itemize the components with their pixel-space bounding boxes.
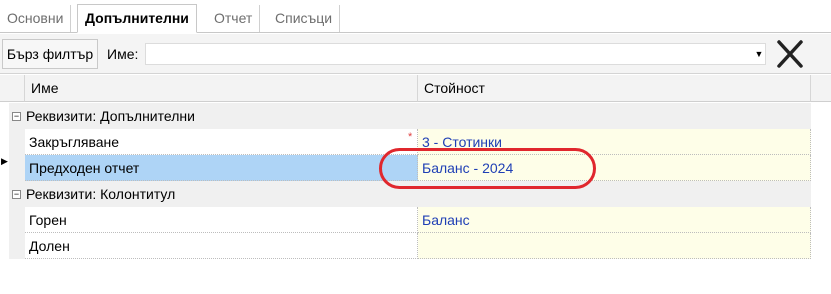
group-row[interactable]: − Реквизити: Допълнителни	[9, 103, 811, 129]
column-header-filler	[811, 75, 831, 102]
required-marker: *	[408, 131, 413, 143]
group-row[interactable]: − Реквизити: Колонтитул	[9, 181, 811, 207]
property-name[interactable]: Закръгляване	[25, 129, 418, 155]
name-filter-label: Име:	[107, 46, 139, 62]
property-name[interactable]: Горен	[25, 207, 418, 233]
close-icon	[777, 40, 803, 68]
current-row-arrow-icon: ▶	[1, 156, 8, 166]
column-header-name[interactable]: Име	[25, 75, 418, 102]
column-header-value[interactable]: Стойност	[418, 75, 811, 102]
row-indent	[9, 233, 25, 259]
tab-additional[interactable]: Допълнителни	[77, 4, 197, 33]
tab-lists[interactable]: Списъци	[268, 5, 341, 32]
row-header-corner	[0, 75, 25, 102]
collapse-icon[interactable]: −	[12, 190, 21, 199]
row-indent	[9, 207, 25, 233]
property-value[interactable]	[418, 233, 811, 259]
row-indent	[9, 129, 25, 155]
collapse-icon[interactable]: −	[12, 112, 21, 121]
property-name-selected[interactable]: Предходен отчет	[25, 155, 418, 181]
dropdown-arrow-icon[interactable]: ▼	[752, 43, 766, 65]
group-label: Реквизити: Колонтитул	[26, 186, 176, 202]
row-indent	[9, 155, 25, 181]
tab-strip: Основни Допълнителни Отчет Списъци	[0, 0, 831, 33]
group-label: Реквизити: Допълнителни	[26, 108, 195, 124]
filter-bar: Бърз филтър Име: ▼	[0, 34, 831, 74]
property-value[interactable]: Баланс	[418, 207, 811, 233]
property-value[interactable]: 3 - Стотинки	[418, 129, 811, 155]
clear-filter-button[interactable]	[770, 37, 810, 71]
quick-filter-button[interactable]: Бърз филтър	[2, 39, 98, 69]
tab-report[interactable]: Отчет	[207, 5, 261, 32]
property-grid: Име Стойност − Реквизити: Допълнителни З…	[0, 75, 831, 294]
property-name[interactable]: Долен	[25, 233, 418, 259]
tab-basic[interactable]: Основни	[0, 5, 72, 32]
property-value[interactable]: Баланс - 2024	[418, 155, 811, 181]
name-filter-input[interactable]	[145, 43, 766, 65]
